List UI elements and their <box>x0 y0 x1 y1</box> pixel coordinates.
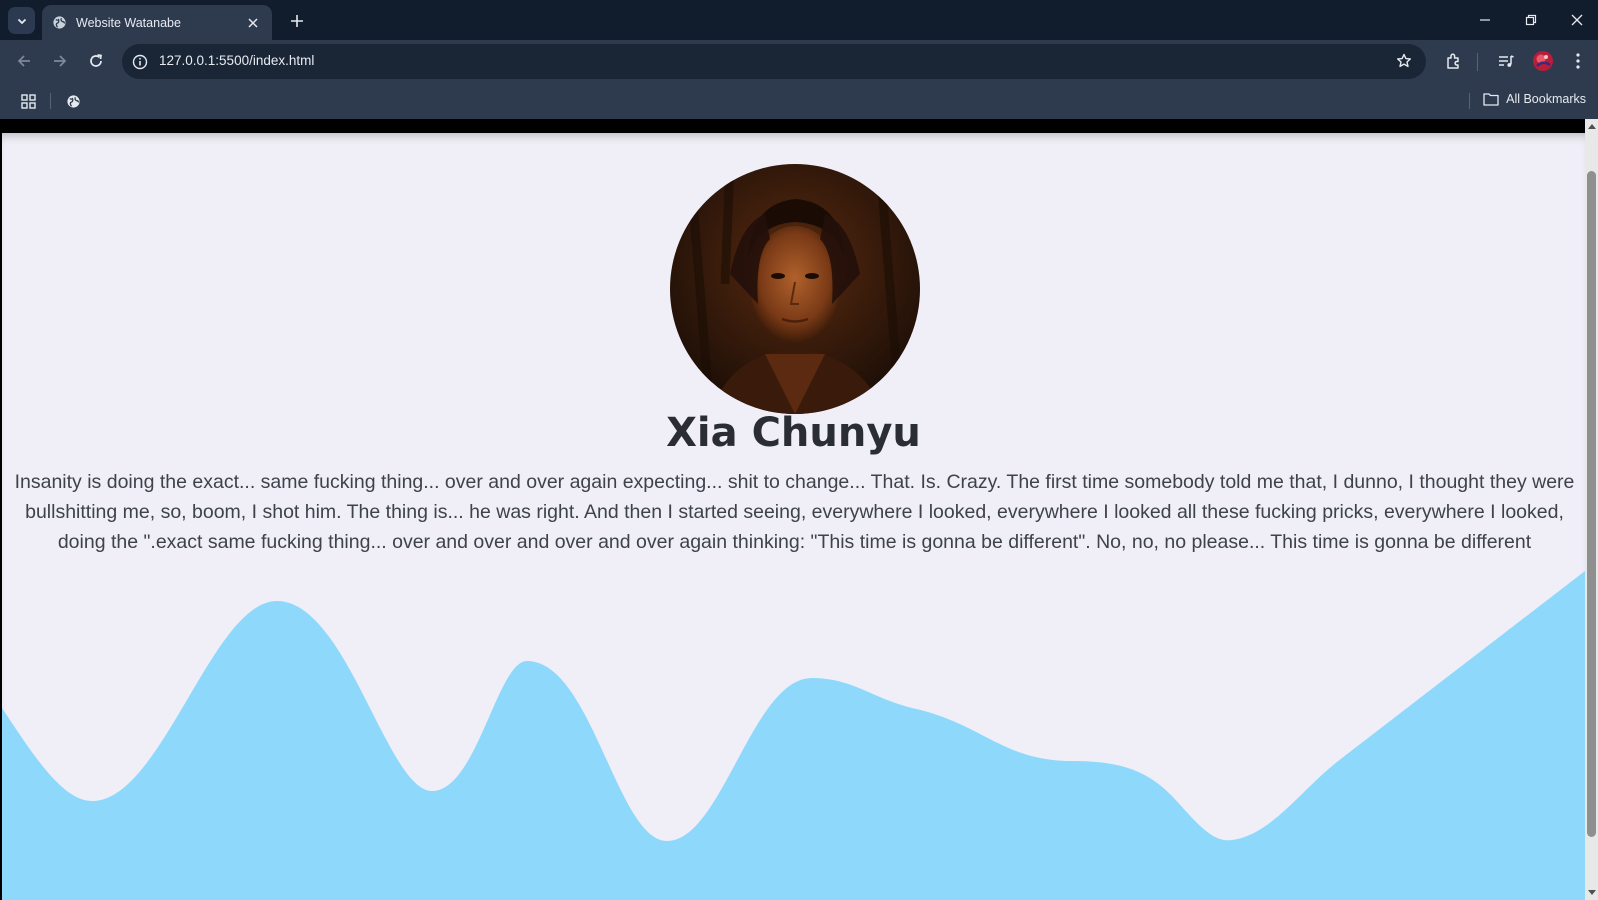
decorative-wave <box>2 571 1585 900</box>
chevron-down-icon <box>17 18 26 24</box>
folder-icon <box>1483 93 1499 106</box>
profile-quote: Insanity is doing the exact... same fuck… <box>14 471 1575 553</box>
back-button[interactable] <box>9 46 39 76</box>
globe-icon <box>53 16 66 29</box>
browser-toolbar: 127.0.0.1:5500/index.html <box>0 40 1598 83</box>
page-body: Xia Chunyu Insanity is doing the exact..… <box>2 133 1585 900</box>
plus-icon <box>291 15 303 27</box>
media-controls-icon[interactable] <box>1493 48 1519 74</box>
arrow-right-icon <box>54 55 67 67</box>
profile-name: Xia Chunyu <box>666 410 921 456</box>
arrow-left-icon <box>17 55 30 67</box>
menu-kebab-icon[interactable] <box>1565 48 1591 74</box>
tab-close-button[interactable] <box>244 14 262 32</box>
tab-search-button[interactable] <box>8 7 35 34</box>
all-bookmarks-button[interactable]: All Bookmarks <box>1483 92 1586 106</box>
all-bookmarks-label: All Bookmarks <box>1506 92 1586 106</box>
forward-button[interactable] <box>45 46 75 76</box>
close-window-button[interactable] <box>1554 0 1598 40</box>
profile-photo <box>670 164 920 414</box>
new-tab-button[interactable] <box>284 8 310 34</box>
profile-avatar-icon[interactable] <box>1530 48 1556 74</box>
page-viewport: Xia Chunyu Insanity is doing the exact..… <box>0 119 1598 900</box>
restore-icon <box>1525 14 1537 26</box>
reload-button[interactable] <box>81 46 111 76</box>
minimize-button[interactable] <box>1462 0 1508 40</box>
bookmarks-divider <box>50 93 51 109</box>
reload-icon <box>90 54 102 67</box>
close-icon <box>248 17 258 28</box>
minimize-icon <box>1480 19 1490 21</box>
extensions-icon[interactable] <box>1441 48 1467 74</box>
address-bar[interactable]: 127.0.0.1:5500/index.html <box>122 44 1426 79</box>
close-icon <box>1571 14 1583 26</box>
site-info-icon[interactable] <box>130 52 150 72</box>
tab-title: Website Watanabe <box>76 15 181 30</box>
globe-icon[interactable] <box>63 91 83 111</box>
bookmark-star-icon[interactable] <box>1394 51 1414 71</box>
bookmarks-divider <box>1469 93 1470 109</box>
scroll-up-arrow[interactable] <box>1585 119 1598 133</box>
toolbar-divider <box>1477 53 1478 71</box>
scrollbar-thumb[interactable] <box>1587 171 1596 837</box>
restore-button[interactable] <box>1508 0 1554 40</box>
apps-grid-icon[interactable] <box>18 91 38 111</box>
browser-tab[interactable]: Website Watanabe <box>42 5 272 40</box>
page-scrollbar[interactable] <box>1585 119 1598 900</box>
bookmarks-bar: All Bookmarks <box>0 83 1598 119</box>
scroll-down-arrow[interactable] <box>1585 886 1598 900</box>
url-text[interactable]: 127.0.0.1:5500/index.html <box>159 53 314 68</box>
tab-strip: Website Watanabe <box>0 0 1598 40</box>
